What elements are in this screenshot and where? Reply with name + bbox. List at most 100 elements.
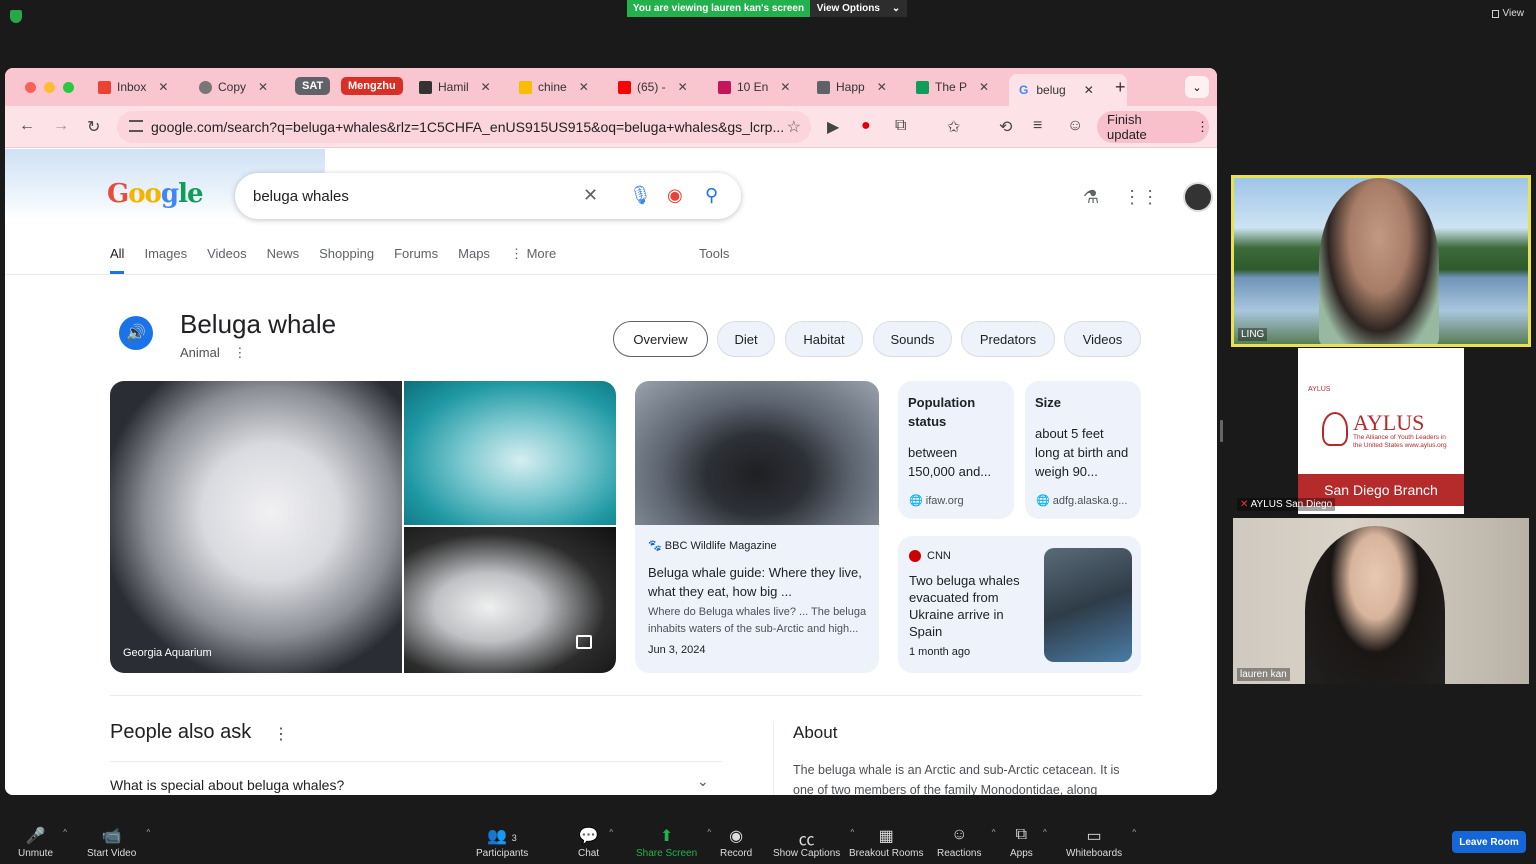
chevron-up-icon[interactable]: ^ <box>992 828 996 837</box>
news-title[interactable]: Two beluga whales evacuated from Ukraine… <box>909 572 1029 640</box>
tab-the-p[interactable]: The P ✕ <box>916 76 989 98</box>
lens-search-icon[interactable]: ◉ <box>667 185 683 206</box>
tab-maps[interactable]: Maps <box>458 246 490 274</box>
apps-grid-icon[interactable]: ⋮⋮ <box>1123 187 1159 208</box>
population-card[interactable]: Population status between 150,000 and...… <box>898 381 1014 519</box>
voice-search-icon[interactable]: 🎙 <box>629 185 652 206</box>
tab-copy[interactable]: Copy ✕ <box>199 76 268 98</box>
speaker-icon[interactable]: 🔊 <box>119 316 153 350</box>
close-tab-icon[interactable]: ✕ <box>258 80 268 94</box>
finish-update-button[interactable]: Finish update ⋮ <box>1097 111 1209 143</box>
more-menu-icon[interactable]: ⋮ <box>1196 119 1209 135</box>
paa-question[interactable]: What is special about beluga whales? <box>110 777 344 793</box>
tab-more[interactable]: ⋮ More <box>510 246 556 274</box>
close-tab-icon[interactable]: ✕ <box>481 80 491 94</box>
media-icon[interactable]: ≡ <box>1033 117 1042 135</box>
chevron-down-icon[interactable]: ⌄ <box>697 773 709 790</box>
tab-search-button[interactable]: ⌄ <box>1185 76 1209 98</box>
apps-button[interactable]: ⧉ Apps ^ <box>1010 826 1047 859</box>
chevron-up-icon[interactable]: ^ <box>1132 828 1136 837</box>
tab-inbox[interactable]: Inbox ✕ <box>98 76 168 98</box>
tab-active-beluga[interactable]: Gbelug ✕ <box>1009 74 1127 106</box>
beluga-image-3[interactable] <box>404 527 616 673</box>
share-screen-button[interactable]: ⬆ Share Screen ^ <box>636 826 711 859</box>
tab-videos[interactable]: Videos <box>207 246 247 274</box>
article-title[interactable]: Beluga whale guide: Where they live, wha… <box>648 563 870 601</box>
more-options-icon[interactable]: ⋮ <box>233 345 246 360</box>
chip-videos[interactable]: Videos <box>1064 321 1141 357</box>
close-tab-icon[interactable]: ✕ <box>158 80 168 94</box>
tab-group-mengzhu[interactable]: Mengzhu <box>341 77 403 95</box>
participant-video-lauren[interactable]: lauren kan <box>1233 518 1529 684</box>
security-shield-icon[interactable] <box>10 10 22 23</box>
view-button[interactable]: View <box>1491 8 1524 19</box>
show-captions-button[interactable]: ㏄ Show Captions ^ <box>773 826 854 859</box>
labs-flask-icon[interactable]: ⚗ <box>1083 187 1099 208</box>
resize-handle[interactable] <box>1220 420 1223 442</box>
close-tab-icon[interactable]: ✕ <box>1084 83 1094 97</box>
clear-search-icon[interactable]: ✕ <box>583 185 598 206</box>
chip-habitat[interactable]: Habitat <box>785 321 863 357</box>
tab-shopping[interactable]: Shopping <box>319 246 374 274</box>
tools-button[interactable]: Tools <box>699 246 729 261</box>
chip-predators[interactable]: Predators <box>961 321 1055 357</box>
opera-extension-icon[interactable]: ● <box>861 117 871 135</box>
participant-video-aylus[interactable]: AYLUS AYLUS The Alliance of Youth Leader… <box>1233 348 1529 514</box>
close-tab-icon[interactable]: ✕ <box>678 80 688 94</box>
view-options-button[interactable]: View Options ⌄ <box>810 0 907 17</box>
bookmarks-icon[interactable]: ✩ <box>947 117 960 137</box>
start-video-button[interactable]: 📹 Start Video ^ <box>87 826 150 859</box>
chevron-up-icon[interactable]: ^ <box>147 828 151 837</box>
tab-all[interactable]: All <box>110 246 125 274</box>
puzzle-extension-icon[interactable]: ⧉ <box>895 117 906 135</box>
history-icon[interactable]: ⟲ <box>999 117 1012 137</box>
minimize-window-button[interactable] <box>44 82 55 93</box>
tab-chine[interactable]: chine ✕ <box>519 76 589 98</box>
search-input[interactable]: beluga whales ✕ 🎙 ◉ ⚲ <box>235 173 741 219</box>
maximize-window-button[interactable] <box>63 82 74 93</box>
whiteboards-button[interactable]: ▭ Whiteboards ^ <box>1066 826 1136 859</box>
close-window-button[interactable] <box>25 82 36 93</box>
tab-youtube[interactable]: (65) - ✕ <box>618 76 688 98</box>
new-tab-button[interactable]: + <box>1115 76 1126 98</box>
reactions-button[interactable]: ☺ Reactions ^ <box>937 826 995 859</box>
beluga-main-image[interactable]: Georgia Aquarium <box>110 381 402 673</box>
cnn-news-card[interactable]: CNN Two beluga whales evacuated from Ukr… <box>898 536 1141 673</box>
bbc-article-card[interactable]: 🐾 BBC Wildlife Magazine Beluga whale gui… <box>635 381 879 673</box>
close-tab-icon[interactable]: ✕ <box>780 80 790 94</box>
bookmark-star-icon[interactable]: ☆ <box>787 117 801 137</box>
tab-hamil[interactable]: Hamil ✕ <box>419 76 491 98</box>
reload-icon[interactable]: ↻ <box>87 117 100 137</box>
chip-overview[interactable]: Overview <box>613 321 708 357</box>
participants-button[interactable]: 👥 3 Participants <box>476 826 528 859</box>
tab-happ[interactable]: Happ ✕ <box>817 76 887 98</box>
back-icon[interactable]: ← <box>19 117 35 135</box>
unmute-button[interactable]: 🎤 Unmute ^ <box>18 826 67 859</box>
chevron-up-icon[interactable]: ^ <box>63 828 67 837</box>
profile-icon[interactable]: ☺ <box>1067 117 1083 135</box>
google-logo[interactable]: Google <box>107 179 204 209</box>
site-info-icon[interactable] <box>129 120 143 132</box>
forward-icon[interactable]: → <box>53 117 69 135</box>
chat-button[interactable]: 💬 Chat ^ <box>578 826 613 859</box>
tab-10-en[interactable]: 10 En ✕ <box>718 76 790 98</box>
tab-group-sat[interactable]: SAT <box>295 77 331 95</box>
tab-news[interactable]: News <box>267 246 300 274</box>
search-icon[interactable]: ⚲ <box>705 185 718 206</box>
tab-images[interactable]: Images <box>144 246 187 274</box>
avatar[interactable] <box>1183 182 1214 212</box>
chip-sounds[interactable]: Sounds <box>873 321 952 357</box>
address-bar[interactable]: google.com/search?q=beluga+whales&rlz=1C… <box>117 111 811 143</box>
cursor-extension-icon[interactable]: ▶ <box>827 117 839 137</box>
participant-video-ling[interactable]: LING <box>1231 175 1531 347</box>
close-tab-icon[interactable]: ✕ <box>979 80 989 94</box>
close-tab-icon[interactable]: ✕ <box>579 80 589 94</box>
breakout-rooms-button[interactable]: ▦ Breakout Rooms <box>849 826 923 859</box>
chevron-up-icon[interactable]: ^ <box>707 828 711 837</box>
leave-room-button[interactable]: Leave Room <box>1452 831 1526 853</box>
beluga-image-2[interactable] <box>404 381 616 525</box>
more-options-icon[interactable]: ⋮ <box>273 724 289 744</box>
gallery-icon[interactable] <box>576 635 592 649</box>
close-tab-icon[interactable]: ✕ <box>877 80 887 94</box>
size-card[interactable]: Size about 5 feet long at birth and weig… <box>1025 381 1141 519</box>
